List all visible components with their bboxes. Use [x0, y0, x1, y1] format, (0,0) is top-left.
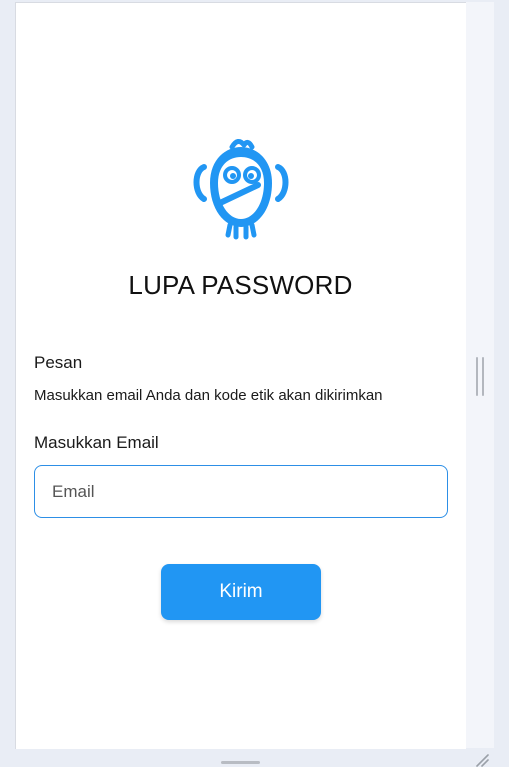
forgot-password-panel: [15, 2, 466, 749]
app-viewport: LUPA PASSWORD Pesan Masukkan email Anda …: [0, 0, 509, 767]
page-title: LUPA PASSWORD: [128, 270, 353, 300]
message-text: Masukkan email Anda dan kode etik akan d…: [34, 387, 383, 404]
send-button[interactable]: Kirim: [161, 564, 321, 620]
scrollbar-handle[interactable]: [476, 357, 485, 396]
email-label: Masukkan Email: [34, 433, 159, 452]
message-label: Pesan: [34, 353, 83, 372]
owl-logo-icon: [193, 139, 289, 240]
email-input[interactable]: [34, 465, 448, 518]
bottom-drag-handle[interactable]: [221, 761, 260, 764]
resize-grip-icon[interactable]: [473, 752, 489, 767]
